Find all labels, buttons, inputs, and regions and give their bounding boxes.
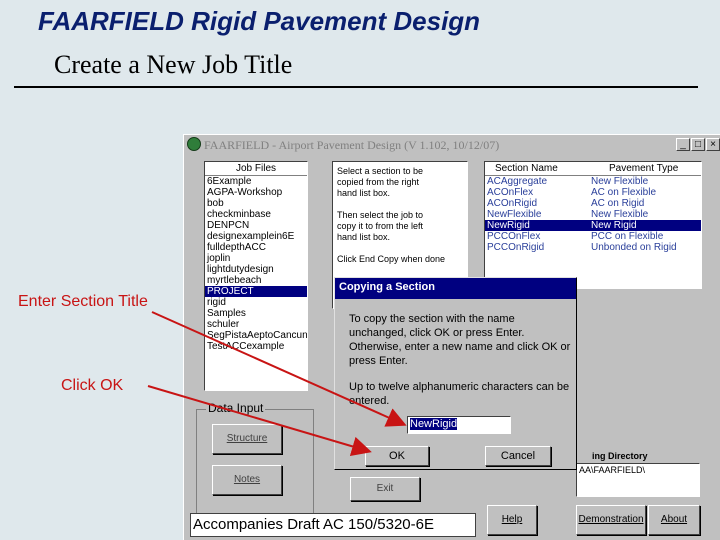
section-name: NewFlexible xyxy=(487,209,542,220)
copy-section-dialog: Copying a Section To copy the section wi… xyxy=(334,277,577,470)
instruction-line xyxy=(337,199,463,210)
demonstration-button[interactable]: Demonstration xyxy=(576,505,646,535)
pavement-type-header: Pavement Type xyxy=(609,163,679,174)
section-name: PCCOnFlex xyxy=(487,231,541,242)
app-titlebar[interactable]: FAARFIELD - Airport Pavement Design (V 1… xyxy=(184,135,720,157)
instruction-line xyxy=(337,243,463,254)
ok-button[interactable]: OK xyxy=(365,446,429,466)
dialog-character-limit: Up to twelve alphanumeric characters can… xyxy=(349,381,570,407)
app-icon xyxy=(187,137,201,151)
notes-button[interactable]: Notes xyxy=(212,465,282,495)
cancel-button[interactable]: Cancel xyxy=(485,446,551,466)
section-pavement-type: New Rigid xyxy=(591,220,637,231)
title-divider xyxy=(14,86,698,88)
job-file-item[interactable]: Samples xyxy=(205,308,307,319)
section-name: ACAggregate xyxy=(487,176,548,187)
caption-box: Accompanies Draft AC 150/5320-6E xyxy=(190,513,476,537)
section-pavement-type: New Flexible xyxy=(591,176,649,187)
dialog-instructions: To copy the section with the name unchan… xyxy=(349,313,571,367)
job-file-item[interactable]: fulldepthACC xyxy=(205,242,307,253)
section-name-input[interactable]: NewRigid xyxy=(407,416,511,434)
slide-title: FAARFIELD Rigid Pavement Design xyxy=(38,6,481,36)
section-item[interactable]: NewRigid New Rigid xyxy=(485,220,701,231)
job-file-item[interactable]: PROJECT xyxy=(205,286,307,297)
section-pavement-type: PCC on Flexible xyxy=(591,231,664,242)
callout-click-ok: Click OK xyxy=(61,377,124,394)
section-name: NewRigid xyxy=(487,220,530,231)
slide-subtitle: Create a New Job Title xyxy=(54,50,293,79)
section-item[interactable]: PCCOnFlex PCC on Flexible xyxy=(485,231,701,242)
instruction-line: copied from the right xyxy=(337,177,420,187)
working-directory-value: AA\FAARFIELD\ xyxy=(579,465,646,475)
section-pavement-type: AC on Flexible xyxy=(591,187,657,198)
job-file-item[interactable]: schuler xyxy=(205,319,307,330)
job-file-item[interactable]: DENPCN xyxy=(205,220,307,231)
instruction-line: hand list box. xyxy=(337,232,391,242)
job-file-item[interactable]: AGPA-Workshop xyxy=(205,187,307,198)
section-name: PCCOnRigid xyxy=(487,242,545,253)
exit-button[interactable]: Exit xyxy=(350,477,420,501)
section-list[interactable]: Section Name Pavement Type ACAggregate Ne… xyxy=(484,161,702,289)
callout-enter-section-title: Enter Section Title xyxy=(18,293,148,310)
job-file-item[interactable]: 6Example xyxy=(205,176,307,187)
about-button[interactable]: About xyxy=(648,505,700,535)
section-rows: ACAggregate New Flexible ACOnFlex AC on Fle… xyxy=(485,176,701,253)
instruction-line: Click End Copy when done xyxy=(337,254,446,264)
data-input-label: Data Input xyxy=(206,401,266,415)
instruction-line: Select a section to be xyxy=(337,166,424,176)
section-list-header: Section Name Pavement Type xyxy=(485,162,701,176)
job-file-item[interactable]: lightdutydesign xyxy=(205,264,307,275)
job-file-item[interactable]: bob xyxy=(205,198,307,209)
instruction-line: copy it to from the left xyxy=(337,221,424,231)
section-pavement-type: AC on Rigid xyxy=(591,198,645,209)
section-item[interactable]: NewFlexible New Flexible xyxy=(485,209,701,220)
working-directory-label: ing Directory xyxy=(592,451,648,461)
job-file-item[interactable]: SegPistaAeptoCancun xyxy=(205,330,307,341)
section-item[interactable]: PCCOnRigid Unbonded on Rigid xyxy=(485,242,701,253)
job-files-header: Job Files xyxy=(205,162,307,176)
instruction-line: Then select the job to xyxy=(337,210,424,220)
instruction-line: hand list box. xyxy=(337,188,391,198)
app-title: FAARFIELD - Airport Pavement Design (V 1… xyxy=(204,138,500,152)
instructions-text: Select a section to be copied from the ri… xyxy=(337,166,463,265)
job-file-item[interactable]: checkminbase xyxy=(205,209,307,220)
job-files-rows: 6Example AGPA-Workshop bob checkminbase DENP… xyxy=(205,176,307,352)
close-button[interactable]: × xyxy=(706,138,720,151)
section-name-input-value: NewRigid xyxy=(410,418,458,430)
job-file-item[interactable]: myrtlebeach xyxy=(205,275,307,286)
minimize-button[interactable]: _ xyxy=(676,138,690,151)
job-file-item[interactable]: TestACCexample xyxy=(205,341,307,352)
section-item[interactable]: ACOnFlex AC on Flexible xyxy=(485,187,701,198)
job-files-list[interactable]: Job Files 6Example AGPA-Workshop bob checkm… xyxy=(204,161,308,391)
section-item[interactable]: ACAggregate New Flexible xyxy=(485,176,701,187)
section-pavement-type: Unbonded on Rigid xyxy=(591,242,677,253)
section-name: ACOnRigid xyxy=(487,198,538,209)
dialog-title: Copying a Section xyxy=(339,281,435,293)
job-file-item[interactable]: rigid xyxy=(205,297,307,308)
dialog-titlebar[interactable]: Copying a Section xyxy=(335,278,576,299)
job-file-item[interactable]: joplin xyxy=(205,253,307,264)
section-item[interactable]: ACOnRigid AC on Rigid xyxy=(485,198,701,209)
maximize-button[interactable]: □ xyxy=(691,138,705,151)
help-button[interactable]: Help xyxy=(487,505,537,535)
structure-button[interactable]: Structure xyxy=(212,424,282,454)
job-file-item[interactable]: designexamplein6E xyxy=(205,231,307,242)
section-pavement-type: New Flexible xyxy=(591,209,649,220)
working-directory-box[interactable]: AA\FAARFIELD\ xyxy=(576,463,700,497)
section-name: ACOnFlex xyxy=(487,187,534,198)
section-name-header: Section Name xyxy=(495,163,558,174)
